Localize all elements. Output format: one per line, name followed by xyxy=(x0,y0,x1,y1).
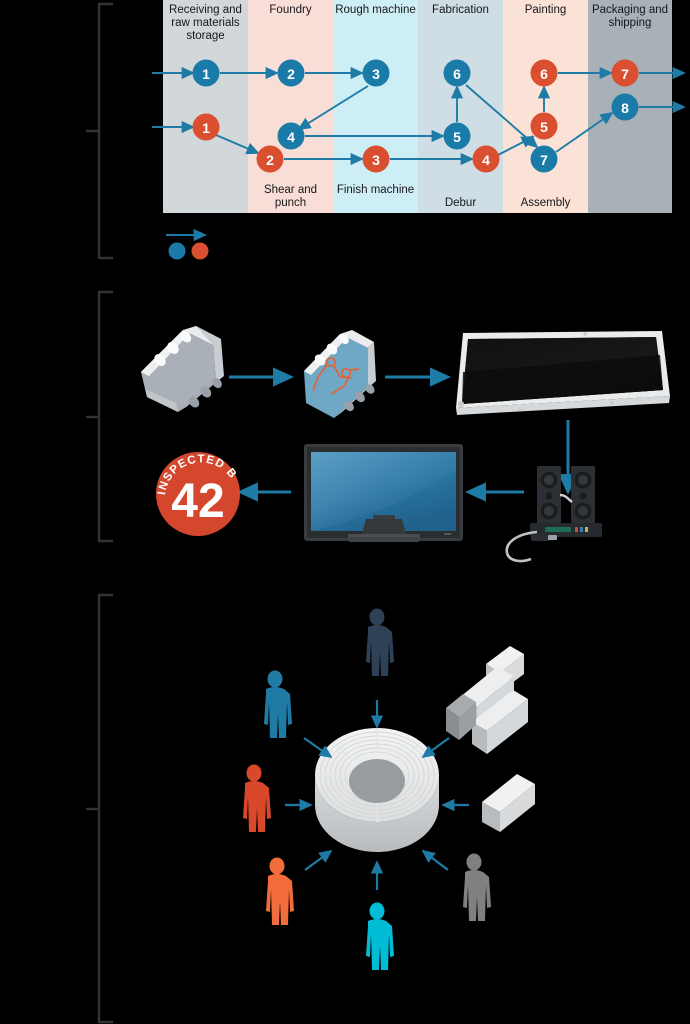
node-c3: 3 xyxy=(362,145,390,173)
infographic-canvas: 1 2 3 6 6 7 8 1 4 5 5 2 3 4 7 INSPECTED … xyxy=(0,0,690,1024)
svg-text:3: 3 xyxy=(372,152,380,168)
legend-dot-blue-icon xyxy=(168,242,186,260)
node-b4: 4 xyxy=(277,122,305,150)
node-c4: 4 xyxy=(472,145,500,173)
svg-text:5: 5 xyxy=(540,119,548,135)
steel-coil xyxy=(315,728,439,852)
svg-text:6: 6 xyxy=(540,66,548,82)
section-brackets xyxy=(86,2,113,1024)
artwork-layer: 1 2 3 6 6 7 8 1 4 5 5 2 3 4 7 INSPECTED … xyxy=(0,0,686,1024)
node-b1: 1 xyxy=(192,113,220,141)
stacked-metal-ingots xyxy=(446,646,528,754)
node-b8: 8 xyxy=(611,93,639,121)
svg-text:1: 1 xyxy=(202,66,210,82)
metal-bar-billet xyxy=(482,774,535,832)
column-label-packaging: Packaging and shipping xyxy=(591,4,669,29)
svg-text:4: 4 xyxy=(287,129,295,145)
worker-red xyxy=(243,764,271,832)
arrow-gray-to-coil xyxy=(421,849,449,871)
node-a2: 2 xyxy=(277,59,305,87)
node-a6: 6 xyxy=(443,59,471,87)
column-label-foundry: Foundry xyxy=(269,4,312,16)
bracket-product xyxy=(97,290,113,543)
badge-number: 42 xyxy=(171,475,224,528)
bracket-supply xyxy=(97,593,113,1024)
computer-speakers xyxy=(505,466,602,563)
column-label-painting: Painting xyxy=(524,4,567,16)
column-label-fabrication: Fabrication xyxy=(432,4,489,16)
worker-cyan xyxy=(366,902,394,970)
worker-navy xyxy=(366,608,394,676)
routing-legend xyxy=(166,228,209,260)
svg-text:3: 3 xyxy=(372,66,380,82)
node-a6p: 6 xyxy=(530,59,558,87)
bottom-label-finish-machine: Finish machine xyxy=(336,184,415,196)
node-a7p: 7 xyxy=(611,59,639,87)
bracket-routing xyxy=(97,2,113,260)
column-label-rough-machine: Rough machine xyxy=(335,4,416,16)
bottom-label-assembly: Assembly xyxy=(520,197,571,209)
svg-text:4: 4 xyxy=(482,152,490,168)
node-c2: 2 xyxy=(256,145,284,173)
column-label-receiving: Receiving and raw materials storage xyxy=(169,4,242,42)
svg-text:2: 2 xyxy=(287,66,295,82)
column-band-painting xyxy=(503,0,588,213)
svg-text:5: 5 xyxy=(453,129,461,145)
node-a1: 1 xyxy=(192,59,220,87)
sheet-metal-chassis xyxy=(141,326,224,412)
worker-blue xyxy=(264,670,292,738)
column-band-foundry xyxy=(248,0,333,213)
svg-text:1: 1 xyxy=(202,120,210,136)
svg-text:2: 2 xyxy=(266,152,274,168)
worker-orange xyxy=(266,857,294,925)
populated-circuit-board xyxy=(304,330,376,418)
worker-gray xyxy=(463,853,491,921)
node-b5: 5 xyxy=(443,122,471,150)
node-b5p: 5 xyxy=(530,112,558,140)
node-a3: 3 xyxy=(362,59,390,87)
lcd-display-panel xyxy=(456,331,670,415)
legend-dot-red-icon xyxy=(191,242,209,260)
arrow-orange-to-coil xyxy=(304,849,333,871)
svg-text:8: 8 xyxy=(621,100,629,116)
bottom-label-shear-and-punch: Shear and punch xyxy=(263,184,318,209)
svg-text:6: 6 xyxy=(453,66,461,82)
column-band-rough-machine xyxy=(333,0,418,213)
finished-monitor xyxy=(304,444,463,542)
svg-text:7: 7 xyxy=(621,66,629,82)
svg-text:7: 7 xyxy=(540,152,548,168)
bottom-label-debur: Debur xyxy=(444,197,477,209)
node-c7: 7 xyxy=(530,145,558,173)
